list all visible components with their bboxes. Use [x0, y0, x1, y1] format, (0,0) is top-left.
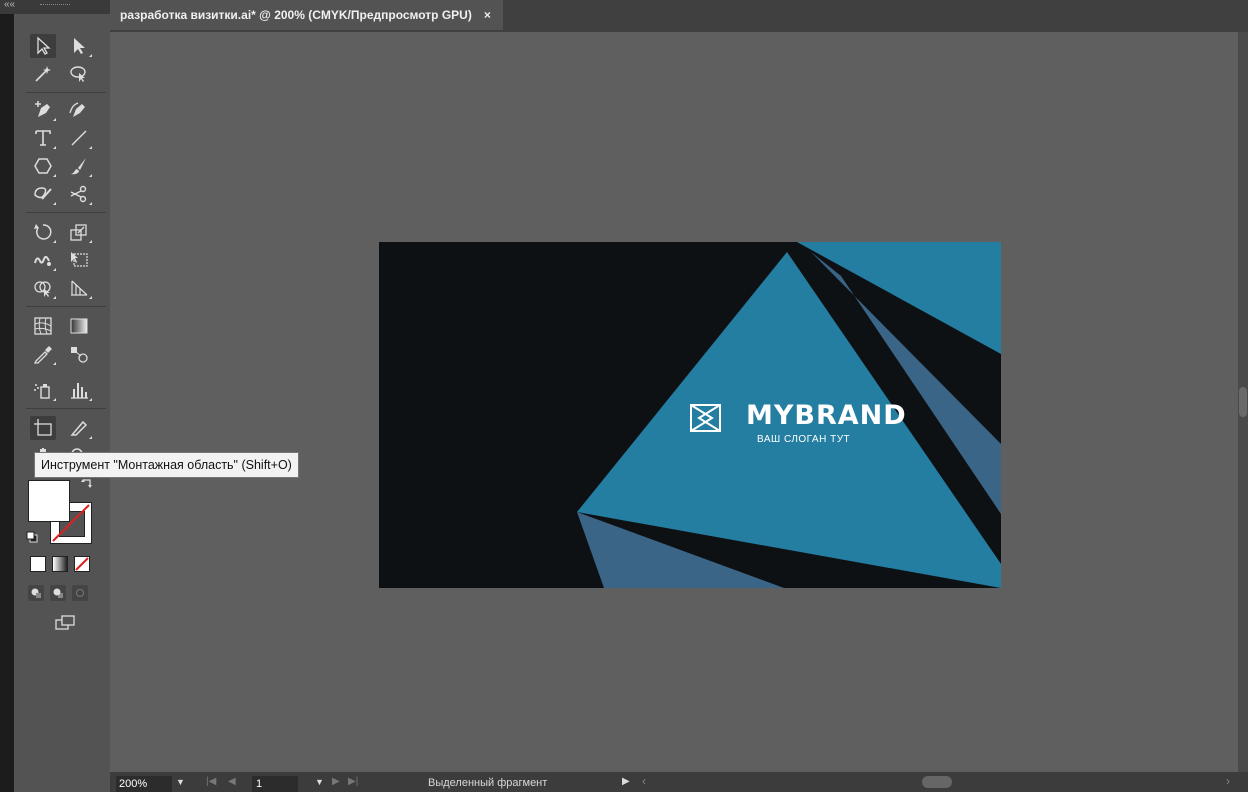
lasso-tool-icon[interactable] — [66, 62, 92, 86]
status-menu-icon[interactable]: ▶ — [622, 776, 630, 787]
symbol-sprayer-tool-icon[interactable] — [30, 378, 56, 402]
document-tab[interactable]: разработка визитки.ai* @ 200% (CMYK/Пред… — [110, 0, 503, 30]
left-edge-strip — [0, 0, 14, 792]
free-transform-tool-icon[interactable] — [66, 248, 92, 272]
shape-builder-tool-icon[interactable] — [30, 276, 56, 300]
column-graph-tool-icon[interactable] — [66, 378, 92, 402]
artboard[interactable] — [379, 242, 1001, 588]
none-mode-button[interactable] — [74, 556, 90, 572]
zoom-dropdown-icon[interactable]: ▼ — [176, 777, 185, 787]
default-fill-stroke-icon[interactable] — [26, 530, 38, 543]
document-tab-bar: разработка визитки.ai* @ 200% (CMYK/Пред… — [110, 0, 1248, 32]
status-text[interactable]: Выделенный фрагмент — [428, 777, 547, 789]
brand-slogan-text: ВАШ СЛОГАН ТУТ — [757, 434, 851, 445]
polygon-tool-icon[interactable] — [30, 154, 56, 178]
direct-selection-tool-icon[interactable] — [66, 34, 92, 58]
tools-panel-header: «« — [0, 0, 110, 14]
artboard-tool-icon[interactable] — [30, 416, 56, 440]
business-card-artwork — [577, 242, 1001, 588]
separator — [26, 212, 106, 213]
draw-behind-button[interactable] — [50, 585, 66, 601]
blend-tool-icon[interactable] — [66, 342, 92, 366]
scale-tool-icon[interactable] — [66, 220, 92, 244]
scissors-tool-icon[interactable] — [66, 182, 92, 206]
vertical-scroll-thumb[interactable] — [1239, 387, 1247, 417]
type-tool-icon[interactable] — [30, 126, 56, 150]
horizontal-scroll-thumb[interactable] — [922, 776, 952, 788]
artboard-tool-tooltip: Инструмент "Монтажная область" (Shift+O) — [34, 452, 299, 478]
gradient-tool-icon[interactable] — [66, 314, 92, 338]
panel-grip[interactable] — [40, 4, 70, 8]
document-tab-title: разработка визитки.ai* @ 200% (CMYK/Пред… — [120, 8, 472, 22]
color-mode-button[interactable] — [30, 556, 46, 572]
curvature-tool-icon[interactable] — [66, 98, 92, 122]
separator — [26, 306, 106, 307]
magic-wand-tool-icon[interactable] — [30, 62, 56, 86]
artboard-dropdown-icon[interactable]: ▼ — [315, 777, 324, 787]
first-artboard-icon[interactable]: |◀ — [206, 776, 216, 787]
shaper-tool-icon[interactable] — [30, 182, 56, 206]
last-artboard-icon[interactable]: ▶| — [348, 776, 358, 787]
mesh-tool-icon[interactable] — [30, 314, 56, 338]
tools-panel: «« — [0, 0, 111, 792]
perspective-grid-tool-icon[interactable] — [66, 276, 92, 300]
draw-inside-button[interactable] — [72, 585, 88, 601]
warp-tool-icon[interactable] — [30, 248, 56, 272]
draw-behind-icon — [53, 588, 63, 598]
rotate-tool-icon[interactable] — [30, 220, 56, 244]
pen-tool-icon[interactable] — [30, 98, 56, 122]
line-segment-tool-icon[interactable] — [66, 126, 92, 150]
selection-tool-icon[interactable] — [30, 34, 56, 58]
status-bar: 200% ▼ |◀ ◀ 1 ▼ ▶ ▶| Выделенный фрагмент… — [110, 772, 1248, 792]
screen-mode-icon[interactable] — [54, 614, 76, 632]
vertical-scrollbar[interactable] — [1238, 32, 1248, 772]
draw-inside-icon — [76, 589, 84, 597]
eyedropper-tool-icon[interactable] — [30, 342, 56, 366]
fill-swatch[interactable] — [28, 480, 70, 522]
paintbrush-tool-icon[interactable] — [66, 154, 92, 178]
draw-normal-icon — [31, 588, 41, 598]
none-icon — [75, 557, 89, 571]
separator — [26, 408, 106, 409]
next-artboard-icon[interactable]: ▶ — [332, 776, 340, 787]
close-tab-icon[interactable]: × — [484, 8, 491, 22]
zoom-field[interactable]: 200% — [116, 776, 172, 792]
collapse-panel-icon[interactable]: «« — [4, 0, 15, 10]
swap-fill-stroke-icon[interactable] — [80, 478, 94, 492]
previous-artboard-icon[interactable]: ◀ — [228, 776, 236, 787]
draw-normal-button[interactable] — [28, 585, 44, 601]
slice-tool-icon[interactable] — [66, 416, 92, 440]
gradient-mode-button[interactable] — [52, 556, 68, 572]
scroll-left-icon[interactable]: ‹ — [642, 774, 646, 788]
separator — [26, 92, 106, 93]
artboard-number-field[interactable]: 1 — [252, 776, 298, 792]
brand-logo-text: MYBRAND — [746, 400, 907, 431]
scroll-right-icon[interactable]: › — [1226, 774, 1230, 788]
